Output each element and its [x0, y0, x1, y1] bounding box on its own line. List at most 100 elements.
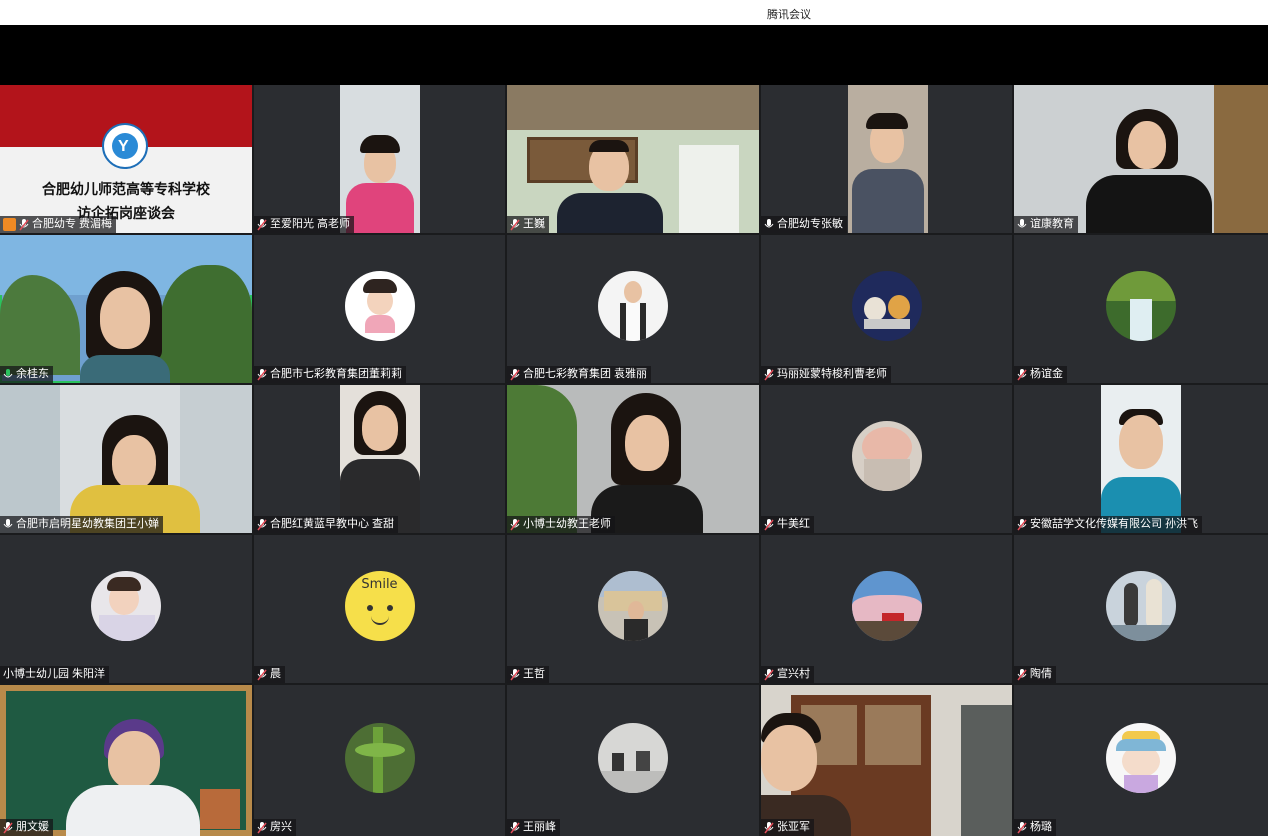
participant-tile[interactable]: 至爱阳光 高老师 [254, 85, 505, 233]
participant-tile[interactable]: 余桂东 [0, 235, 252, 383]
participant-tile[interactable]: Y 合肥幼儿师范高等专科学校 访企拓岗座谈会 合肥幼专 费湄梅 [0, 85, 252, 233]
participant-tile[interactable]: 王丽峰 [507, 685, 759, 836]
mic-icon [3, 518, 13, 527]
participant-nametag: 小博士幼儿园 朱阳洋 [0, 666, 110, 683]
participant-name: 朋文媛 [16, 821, 49, 833]
participant-name: 杨璐 [1030, 821, 1052, 833]
avatar [851, 571, 922, 641]
participant-tile[interactable]: 合肥市启明星幼教集团王小婵 [0, 385, 252, 533]
participant-tile[interactable]: Smile 晨 [254, 535, 505, 683]
mic-muted-icon [510, 218, 520, 230]
participant-tile[interactable]: 王哲 [507, 535, 759, 683]
mic-muted-icon [510, 368, 520, 380]
participant-name: 陶倩 [1030, 668, 1052, 680]
video-feed [0, 235, 252, 383]
mic-muted-icon [510, 821, 520, 833]
participant-name: 晨 [270, 668, 281, 680]
participant-name: 王巍 [523, 218, 545, 230]
video-feed [0, 385, 252, 533]
participant-nametag: 王哲 [507, 666, 549, 683]
mic-muted-icon [764, 518, 774, 530]
participant-tile[interactable]: 朋文媛 [0, 685, 252, 836]
participant-tile[interactable]: 宣兴村 [761, 535, 1012, 683]
mic-muted-icon [257, 218, 267, 230]
participant-tile[interactable]: 玛丽娅蒙特梭利曹老师 [761, 235, 1012, 383]
participant-tile[interactable]: 谊康教育 [1014, 85, 1268, 233]
mic-muted-icon [1017, 668, 1027, 680]
participant-tile[interactable]: 安徽喆学文化传媒有限公司 孙洪飞 [1014, 385, 1268, 533]
participant-name: 房兴 [270, 821, 292, 833]
participant-name: 合肥幼专张敏 [777, 218, 843, 230]
mic-muted-icon [1017, 368, 1027, 380]
participant-nametag: 王巍 [507, 216, 549, 233]
participant-name: 小博士幼儿园 朱阳洋 [3, 668, 106, 680]
video-feed [761, 685, 1012, 836]
avatar [598, 571, 668, 641]
participant-tile[interactable]: 合肥七彩教育集团 袁雅丽 [507, 235, 759, 383]
participant-tile[interactable]: 杨璐 [1014, 685, 1268, 836]
participant-nametag: 合肥幼专张敏 [761, 216, 847, 233]
participant-name: 至爱阳光 高老师 [270, 218, 351, 230]
host-icon [3, 218, 16, 231]
participant-nametag: 合肥红黄蓝早教中心 查甜 [254, 516, 399, 533]
avatar [344, 722, 415, 793]
participant-name: 合肥市七彩教育集团董莉莉 [270, 368, 402, 380]
participant-name: 张亚军 [777, 821, 810, 833]
mic-muted-icon [510, 518, 520, 530]
mic-muted-icon [764, 668, 774, 680]
participant-tile[interactable]: 合肥幼专张敏 [761, 85, 1012, 233]
video-feed [0, 685, 252, 836]
mic-speaking-icon [3, 368, 13, 377]
participant-tile[interactable]: 房兴 [254, 685, 505, 836]
mic-muted-icon [257, 668, 267, 680]
participant-nametag: 朋文媛 [0, 819, 53, 836]
participant-tile[interactable]: 陶倩 [1014, 535, 1268, 683]
participant-nametag: 晨 [254, 666, 285, 683]
mic-muted-icon [764, 368, 774, 380]
participant-name: 玛丽娅蒙特梭利曹老师 [777, 368, 887, 380]
avatar-text: Smile [361, 577, 398, 592]
mic-muted-icon [3, 821, 13, 833]
video-feed [340, 85, 420, 233]
participant-nametag: 安徽喆学文化传媒有限公司 孙洪飞 [1014, 516, 1203, 533]
participant-nametag: 房兴 [254, 819, 296, 836]
window-title: 腾讯会议 [767, 9, 811, 21]
participant-nametag: 余桂东 [0, 366, 53, 383]
participant-name: 牛美红 [777, 518, 810, 530]
participant-tile[interactable]: 杨谊金 [1014, 235, 1268, 383]
mic-muted-icon [257, 518, 267, 530]
video-feed [1014, 85, 1268, 233]
avatar [1106, 571, 1176, 641]
participant-nametag: 合肥市七彩教育集团董莉莉 [254, 366, 406, 383]
avatar [344, 271, 415, 341]
participant-nametag: 谊康教育 [1014, 216, 1078, 233]
participant-tile[interactable]: 小博士幼教王老师 [507, 385, 759, 533]
avatar [598, 722, 668, 793]
video-feed [507, 85, 759, 233]
avatar: Smile [344, 571, 415, 641]
participant-nametag: 小博士幼教王老师 [507, 516, 615, 533]
avatar [91, 571, 161, 641]
participant-nametag: 宣兴村 [761, 666, 814, 683]
participant-nametag: 张亚军 [761, 819, 814, 836]
mic-muted-icon [1017, 518, 1027, 530]
participant-nametag: 王丽峰 [507, 819, 560, 836]
participant-nametag: 杨璐 [1014, 819, 1056, 836]
participant-nametag: 牛美红 [761, 516, 814, 533]
participant-tile[interactable]: 王巍 [507, 85, 759, 233]
participant-name: 宣兴村 [777, 668, 810, 680]
video-grid: Y 合肥幼儿师范高等专科学校 访企拓岗座谈会 合肥幼专 费湄梅 至爱阳光 高老师 [0, 85, 1268, 836]
participant-tile[interactable]: 牛美红 [761, 385, 1012, 533]
title-bar: 腾讯会议 [0, 0, 1268, 25]
participant-nametag: 至爱阳光 高老师 [254, 216, 355, 233]
participant-tile[interactable]: 小博士幼儿园 朱阳洋 [0, 535, 252, 683]
participant-tile[interactable]: 张亚军 [761, 685, 1012, 836]
top-toolbar-area [0, 25, 1268, 85]
participant-name: 合肥红黄蓝早教中心 查甜 [270, 518, 395, 530]
participant-tile[interactable]: 合肥红黄蓝早教中心 查甜 [254, 385, 505, 533]
avatar [1106, 271, 1176, 341]
participant-nametag: 合肥七彩教育集团 袁雅丽 [507, 366, 652, 383]
participant-tile[interactable]: 合肥市七彩教育集团董莉莉 [254, 235, 505, 383]
mic-muted-icon [510, 668, 520, 680]
school-logo: Y [102, 123, 148, 169]
